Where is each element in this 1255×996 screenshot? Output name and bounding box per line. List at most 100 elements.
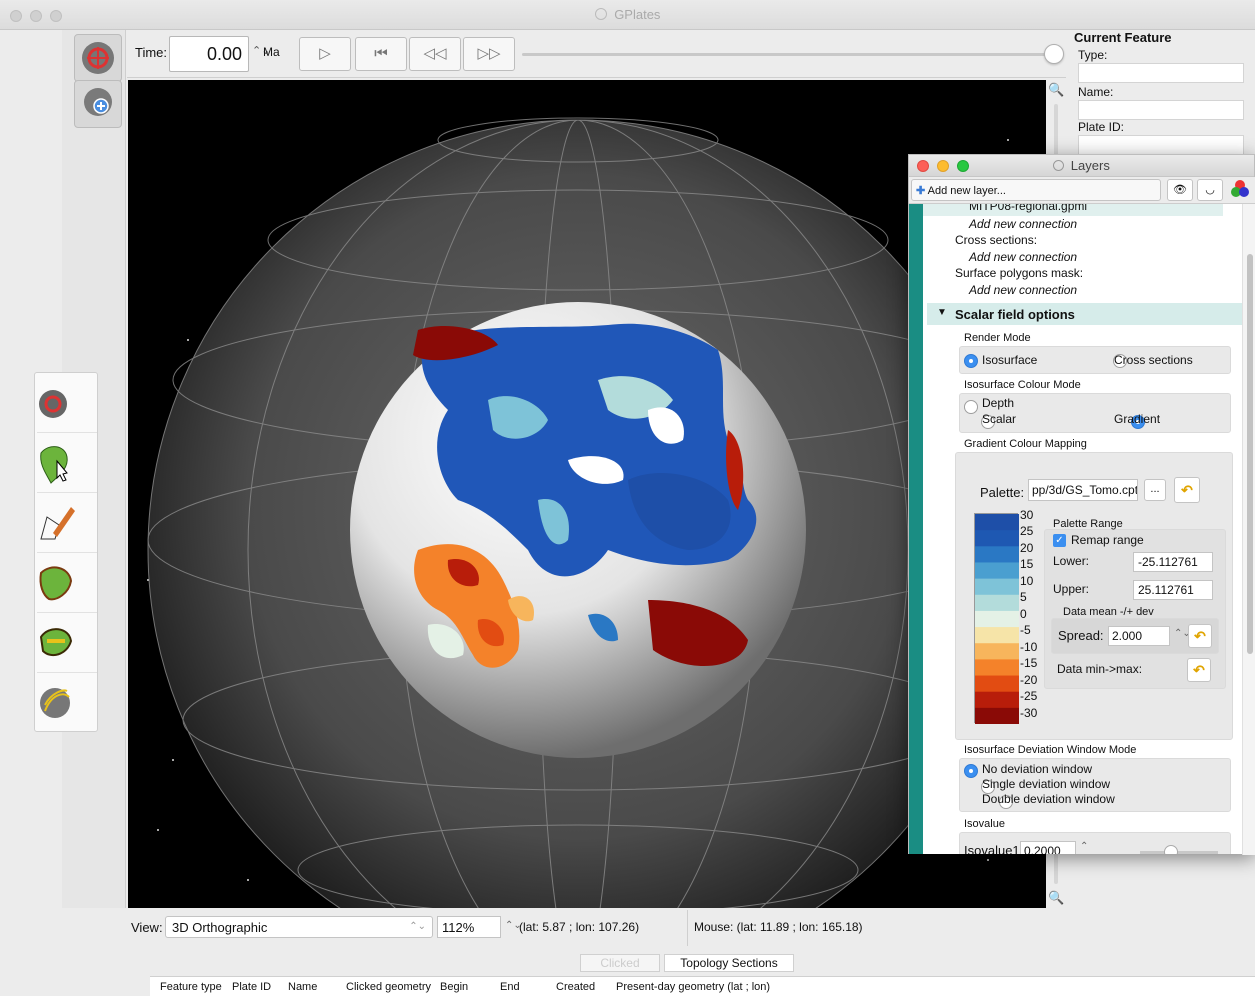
scale-tick-labels: 30 25 20 15 10 5 0 -5 -10 -15 -20 -25 -3… <box>956 508 1038 730</box>
zoom-in-icon[interactable]: 🔍 <box>1048 82 1064 98</box>
digitise-pencil-icon <box>40 507 75 540</box>
minmax-label: Data min->max: <box>1057 662 1143 676</box>
zoom-window-button[interactable] <box>50 10 62 22</box>
type-field[interactable] <box>1078 63 1244 83</box>
minimize-layers-button[interactable] <box>937 160 949 172</box>
isovalue1-input[interactable]: 0.2000 <box>1020 841 1076 854</box>
view-label: View: <box>131 920 163 935</box>
isovalue-slider-handle[interactable] <box>1164 845 1178 854</box>
close-layers-button[interactable] <box>917 160 929 172</box>
palette-move-vertex[interactable] <box>37 555 97 613</box>
add-connection-link-3[interactable]: Add new connection <box>969 283 1077 297</box>
remap-range-checkbox[interactable]: ✓ <box>1053 534 1066 547</box>
drag-globe-tool[interactable] <box>74 34 122 82</box>
palette-range-group: Palette Range ✓ Remap range Lower: -25.1… <box>1044 518 1226 689</box>
name-field[interactable] <box>1078 100 1244 120</box>
col-begin[interactable]: Begin <box>440 981 468 993</box>
section-title: Scalar field options <box>955 307 1075 322</box>
layer-colour-bar <box>909 204 923 854</box>
zoom-percent-field[interactable]: 112% <box>437 916 501 938</box>
hide-layer-button[interactable]: ◡ <box>1197 179 1223 201</box>
col-feature-type[interactable]: Feature type <box>160 981 222 993</box>
palette-choose-feature[interactable] <box>37 435 97 493</box>
projection-select[interactable]: 3D Orthographic ⌃⌄ <box>165 916 433 938</box>
single-deviation-label: Single deviation window <box>982 777 1111 791</box>
tick-label: 25 <box>1020 524 1034 538</box>
choose-feature-icon <box>40 446 68 484</box>
col-created[interactable]: Created <box>556 981 595 993</box>
add-connection-link[interactable]: Add new connection <box>969 217 1077 231</box>
show-layer-button[interactable]: 👁 <box>1167 179 1193 201</box>
isosurface-label: Isosurface <box>982 353 1038 367</box>
globe-drag-icon <box>82 42 114 74</box>
add-new-layer-button[interactable]: ✚ Add new layer... <box>911 179 1161 201</box>
zoom-tool[interactable] <box>74 80 122 128</box>
reset-start-button[interactable]: ⏮ <box>355 37 407 71</box>
layers-window: Layers ✚ Add new layer... 👁 ◡ MITP08-reg… <box>908 154 1255 855</box>
close-window-button[interactable] <box>10 10 22 22</box>
palette-path-field[interactable]: pp/3d/GS_Tomo.cpt <box>1028 479 1138 501</box>
time-unit: Ma <box>263 45 280 59</box>
gradient-mapping-label: Gradient Colour Mapping <box>964 438 1087 450</box>
tab-clicked[interactable]: Clicked <box>580 954 660 972</box>
tick-label: 30 <box>1020 508 1034 522</box>
tick-label: -30 <box>1020 706 1038 720</box>
surface-mask-label: Surface polygons mask: <box>955 266 1084 280</box>
col-present-day-geometry[interactable]: Present-day geometry (lat ; lon) <box>616 981 770 993</box>
spread-input[interactable]: 2.000 <box>1108 626 1170 646</box>
add-connection-link-2[interactable]: Add new connection <box>969 250 1077 264</box>
col-name[interactable]: Name <box>288 981 317 993</box>
render-mode-label: Render Mode <box>964 332 1031 344</box>
minimize-window-button[interactable] <box>30 10 42 22</box>
eye-closed-icon: ◡ <box>1205 184 1215 196</box>
palette-measure[interactable] <box>37 675 97 733</box>
rgb-circles-icon <box>1231 180 1249 197</box>
tick-label: 10 <box>1020 574 1034 588</box>
topology-icon <box>39 628 73 657</box>
colour-mode-group: Depth Scalar Gradient <box>959 393 1231 433</box>
cross-sections-label: Cross sections: <box>955 233 1038 247</box>
deviation-mode-label: Isosurface Deviation Window Mode <box>964 744 1137 756</box>
step-back-icon: ◁◁ <box>423 45 447 62</box>
tool-palette <box>34 372 98 732</box>
layers-scrollbar[interactable] <box>1242 204 1255 855</box>
palette-digitise[interactable] <box>37 495 97 553</box>
time-input[interactable]: 0.00 <box>169 36 249 72</box>
reset-minmax-button[interactable]: ↶ <box>1187 658 1211 682</box>
lower-input[interactable]: -25.112761 <box>1133 552 1213 572</box>
reset-spread-button[interactable]: ↶ <box>1188 624 1212 648</box>
play-button[interactable]: ▷ <box>299 37 351 71</box>
browse-palette-button[interactable]: ... <box>1144 479 1166 501</box>
zoom-layers-button[interactable] <box>957 160 969 172</box>
col-end[interactable]: End <box>500 981 520 993</box>
reset-palette-button[interactable]: ↶ <box>1174 477 1200 503</box>
palette-build-topology[interactable] <box>37 615 97 673</box>
upper-input[interactable]: 25.112761 <box>1133 580 1213 600</box>
tick-label: -25 <box>1020 689 1038 703</box>
isovalue-slider-track[interactable] <box>1140 851 1218 854</box>
no-deviation-radio[interactable] <box>964 763 978 778</box>
step-forward-button[interactable]: ▷▷ <box>463 37 515 71</box>
tab-topology-sections[interactable]: Topology Sections <box>664 954 794 972</box>
depth-radio[interactable] <box>964 399 978 414</box>
col-plate-id[interactable]: Plate ID <box>232 981 271 993</box>
isosurface-radio[interactable] <box>964 353 978 368</box>
lower-label: Lower: <box>1053 554 1090 568</box>
plate-id-field[interactable] <box>1078 135 1244 155</box>
colour-layers-button[interactable] <box>1229 179 1255 201</box>
step-back-button[interactable]: ◁◁ <box>409 37 461 71</box>
scalar-field-section-header[interactable]: ▼ Scalar field options <box>927 303 1242 325</box>
col-clicked-geometry[interactable]: Clicked geometry <box>346 981 431 993</box>
isovalue-stepper[interactable]: ⌃ <box>1080 841 1088 852</box>
collapse-triangle-icon: ▼ <box>937 307 947 318</box>
isovalue-section-label: Isovalue <box>964 818 1005 830</box>
tick-label: -15 <box>1020 656 1038 670</box>
time-toolbar: Time: 0.00 ⌃⌄ Ma ▷ ⏮ ◁◁ ▷▷ <box>127 30 1067 78</box>
time-slider-track[interactable] <box>522 53 1057 56</box>
zoom-out-icon[interactable]: 🔍 <box>1048 890 1064 906</box>
layers-scrollbar-thumb[interactable] <box>1247 254 1253 654</box>
tick-label: 20 <box>1020 541 1034 555</box>
time-slider-handle[interactable] <box>1044 44 1064 64</box>
input-file-name[interactable]: MITP08-regional.gpml <box>969 204 1087 213</box>
palette-drag-globe[interactable] <box>37 375 97 433</box>
